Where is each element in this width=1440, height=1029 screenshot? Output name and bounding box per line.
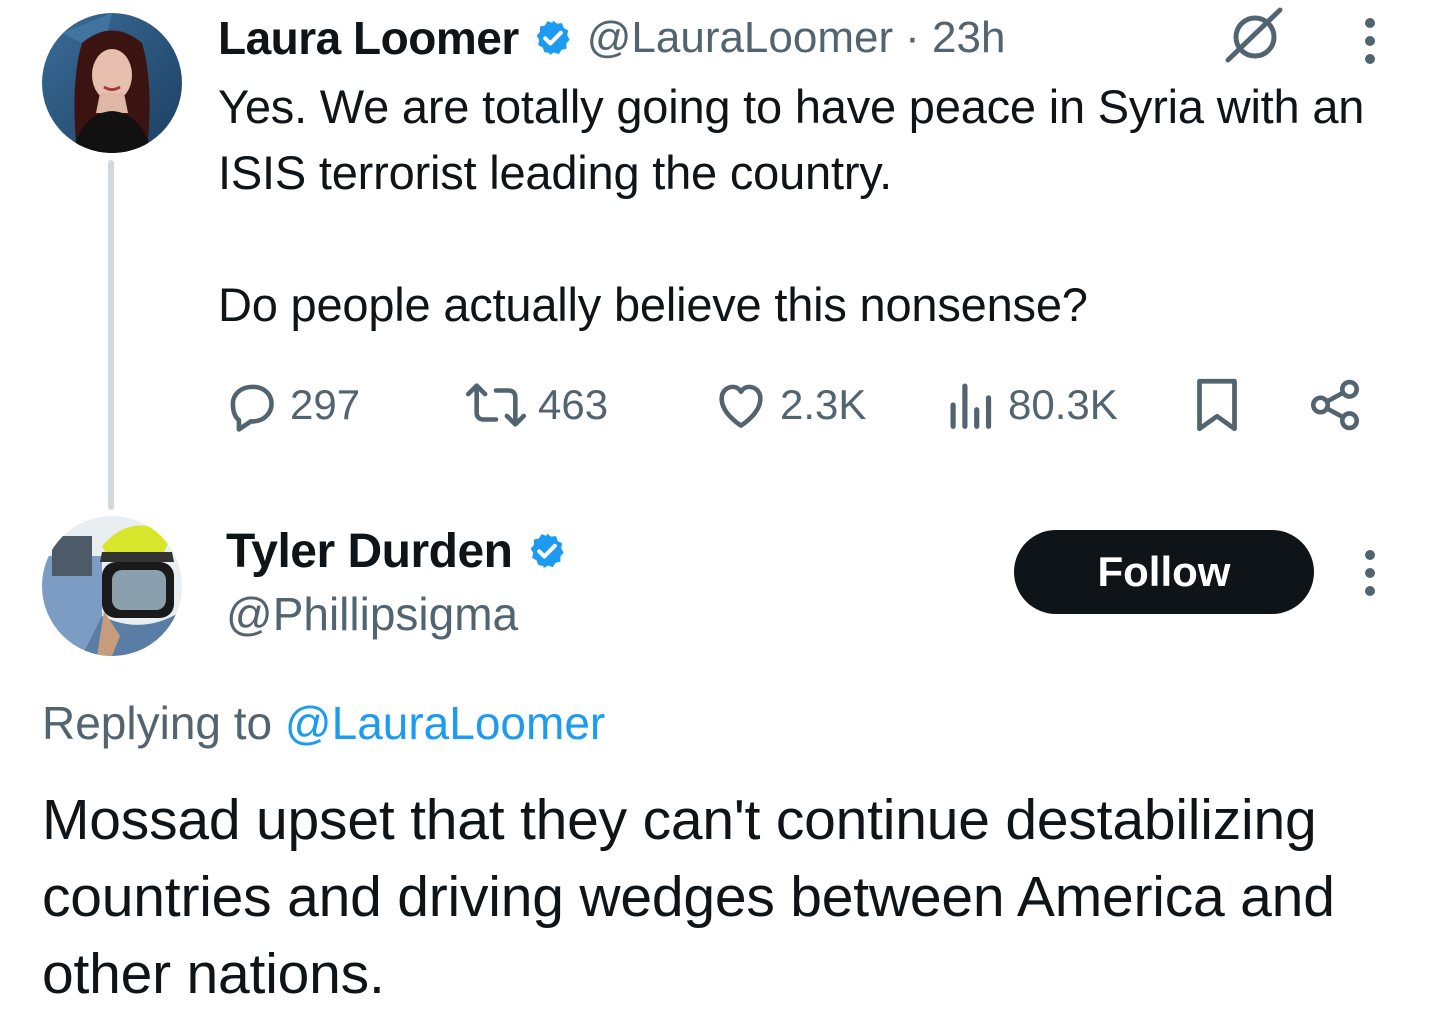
avatar-tyler-durden[interactable] bbox=[42, 516, 182, 656]
tweet-header: Laura Loomer @LauraLoomer · 23h bbox=[218, 8, 1005, 68]
like-button[interactable]: 2.3K bbox=[712, 370, 866, 440]
grok-icon[interactable] bbox=[1222, 6, 1286, 64]
author-name[interactable]: Laura Loomer bbox=[218, 11, 519, 65]
tweet-text: Yes. We are totally going to have peace … bbox=[218, 80, 1365, 331]
reply-text: Mossad upset that they can't continue de… bbox=[42, 788, 1335, 1006]
heart-icon bbox=[719, 384, 763, 428]
follow-button[interactable]: Follow bbox=[1014, 530, 1314, 614]
more-vertical-icon[interactable] bbox=[1358, 548, 1382, 598]
views-button[interactable]: 80.3K bbox=[946, 370, 1118, 440]
avatar-image bbox=[42, 13, 182, 153]
repost-count: 463 bbox=[538, 381, 609, 428]
repost-icon bbox=[465, 383, 527, 427]
avatar-image bbox=[42, 516, 182, 656]
more-vertical-icon[interactable] bbox=[1358, 16, 1382, 66]
author-handle[interactable]: @LauraLoomer bbox=[587, 13, 893, 63]
verified-badge-icon bbox=[530, 533, 564, 569]
share-icon[interactable] bbox=[1306, 376, 1364, 434]
reply-author-name[interactable]: Tyler Durden bbox=[226, 524, 513, 579]
thread-connector-line bbox=[108, 160, 114, 510]
reply-author-row: Tyler Durden bbox=[226, 520, 581, 582]
reply-button[interactable]: 297 bbox=[222, 370, 360, 440]
replying-to-line: Replying to @LauraLoomer bbox=[42, 692, 605, 754]
reply-count: 297 bbox=[290, 381, 361, 428]
views-count: 80.3K bbox=[1008, 381, 1118, 428]
reply-bubble-icon bbox=[230, 384, 274, 432]
replying-to-label: Replying to bbox=[42, 697, 273, 749]
bookmark-icon[interactable] bbox=[1192, 374, 1242, 436]
tweet-timestamp[interactable]: · 23h bbox=[905, 13, 1005, 63]
tweet-actions-bar: 297 463 2.3K 80.3K bbox=[218, 370, 1398, 440]
repost-button[interactable]: 463 bbox=[464, 370, 608, 440]
avatar-laura-loomer[interactable] bbox=[42, 13, 182, 153]
replying-to-mention[interactable]: @LauraLoomer bbox=[285, 697, 605, 749]
views-bars-icon bbox=[950, 383, 992, 429]
verified-badge-icon bbox=[536, 20, 570, 56]
like-count: 2.3K bbox=[780, 381, 867, 428]
reply-author-handle[interactable]: @Phillipsigma bbox=[226, 584, 518, 644]
